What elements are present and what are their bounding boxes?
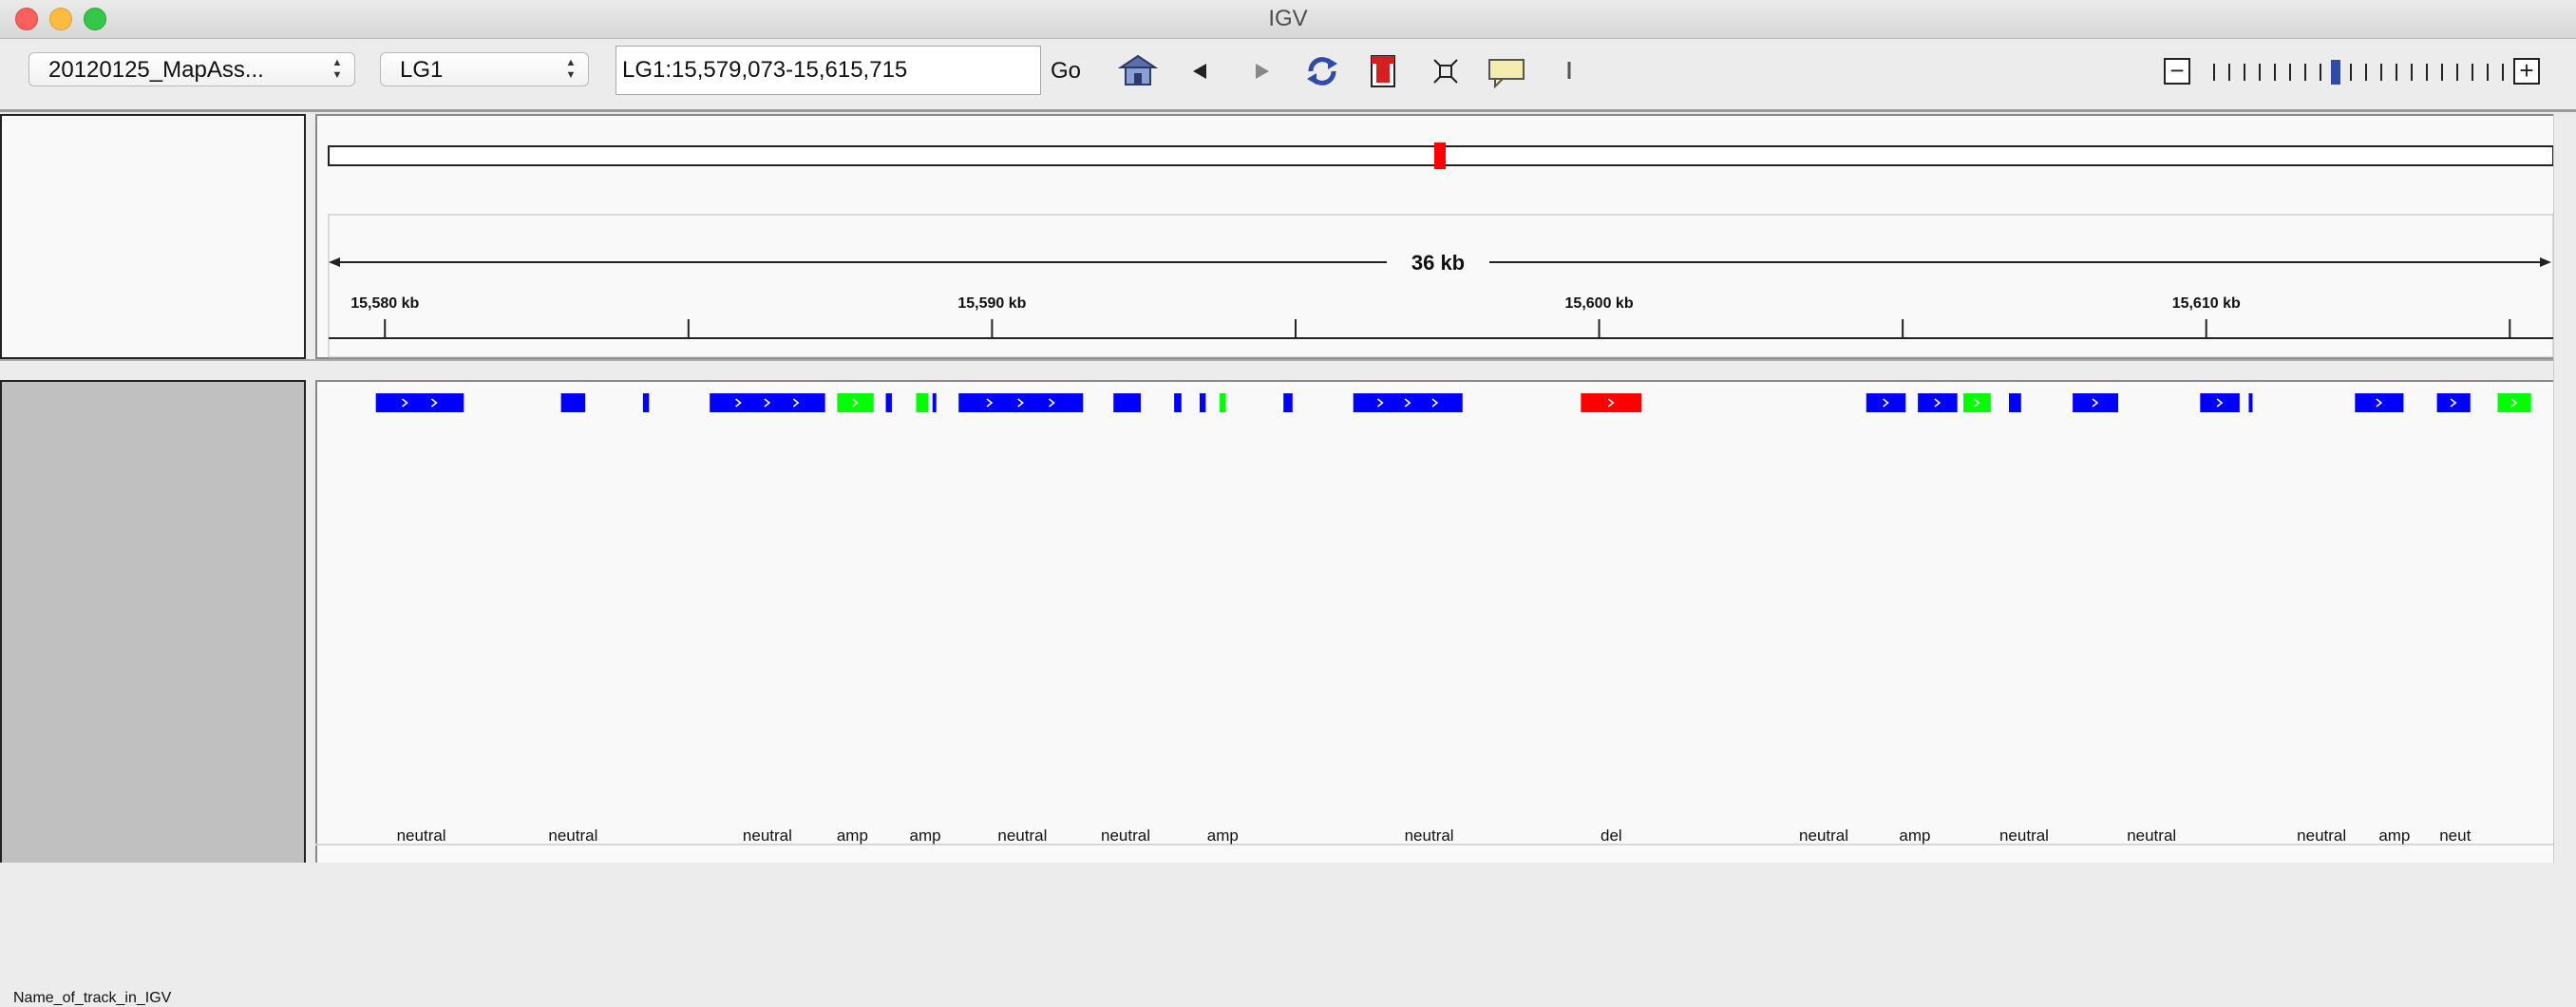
feature-label: neutral: [396, 826, 446, 845]
feature-label: neutral: [742, 826, 792, 845]
header-name-panel: [0, 114, 306, 359]
feature-label: neutral: [1404, 826, 1454, 845]
feature-label: neutral: [1101, 826, 1151, 845]
feature-label: del: [1601, 826, 1622, 845]
feature-label: neutral: [1998, 826, 2049, 845]
track-name-panel[interactable]: Name_of_track_in_IGV: [0, 380, 306, 1006]
feature-label: neut: [2439, 826, 2472, 845]
track-name-label: Name_of_track_in_IGV: [13, 990, 172, 1006]
feature-label: amp: [1899, 826, 1931, 845]
feature-labels: neutral neutral neutral amp amp neutral neutra…: [315, 0, 2553, 863]
feature-label: neutral: [548, 826, 598, 845]
feature-label: amp: [909, 826, 941, 845]
genome-dropdown[interactable]: 20120125_MapAss... ▲ ▼: [28, 52, 355, 86]
feature-label: amp: [836, 826, 868, 845]
feature-label: neutral: [997, 826, 1048, 845]
feature-label: neutral: [2297, 826, 2347, 845]
feature-label: neutral: [2127, 826, 2177, 845]
genome-dropdown-value: 20120125_MapAss...: [48, 57, 264, 83]
feature-label: amp: [2378, 826, 2411, 845]
feature-label: neutral: [1799, 826, 1849, 845]
feature-label: amp: [1206, 826, 1239, 845]
scrollbar-gutter[interactable]: [2553, 114, 2576, 863]
